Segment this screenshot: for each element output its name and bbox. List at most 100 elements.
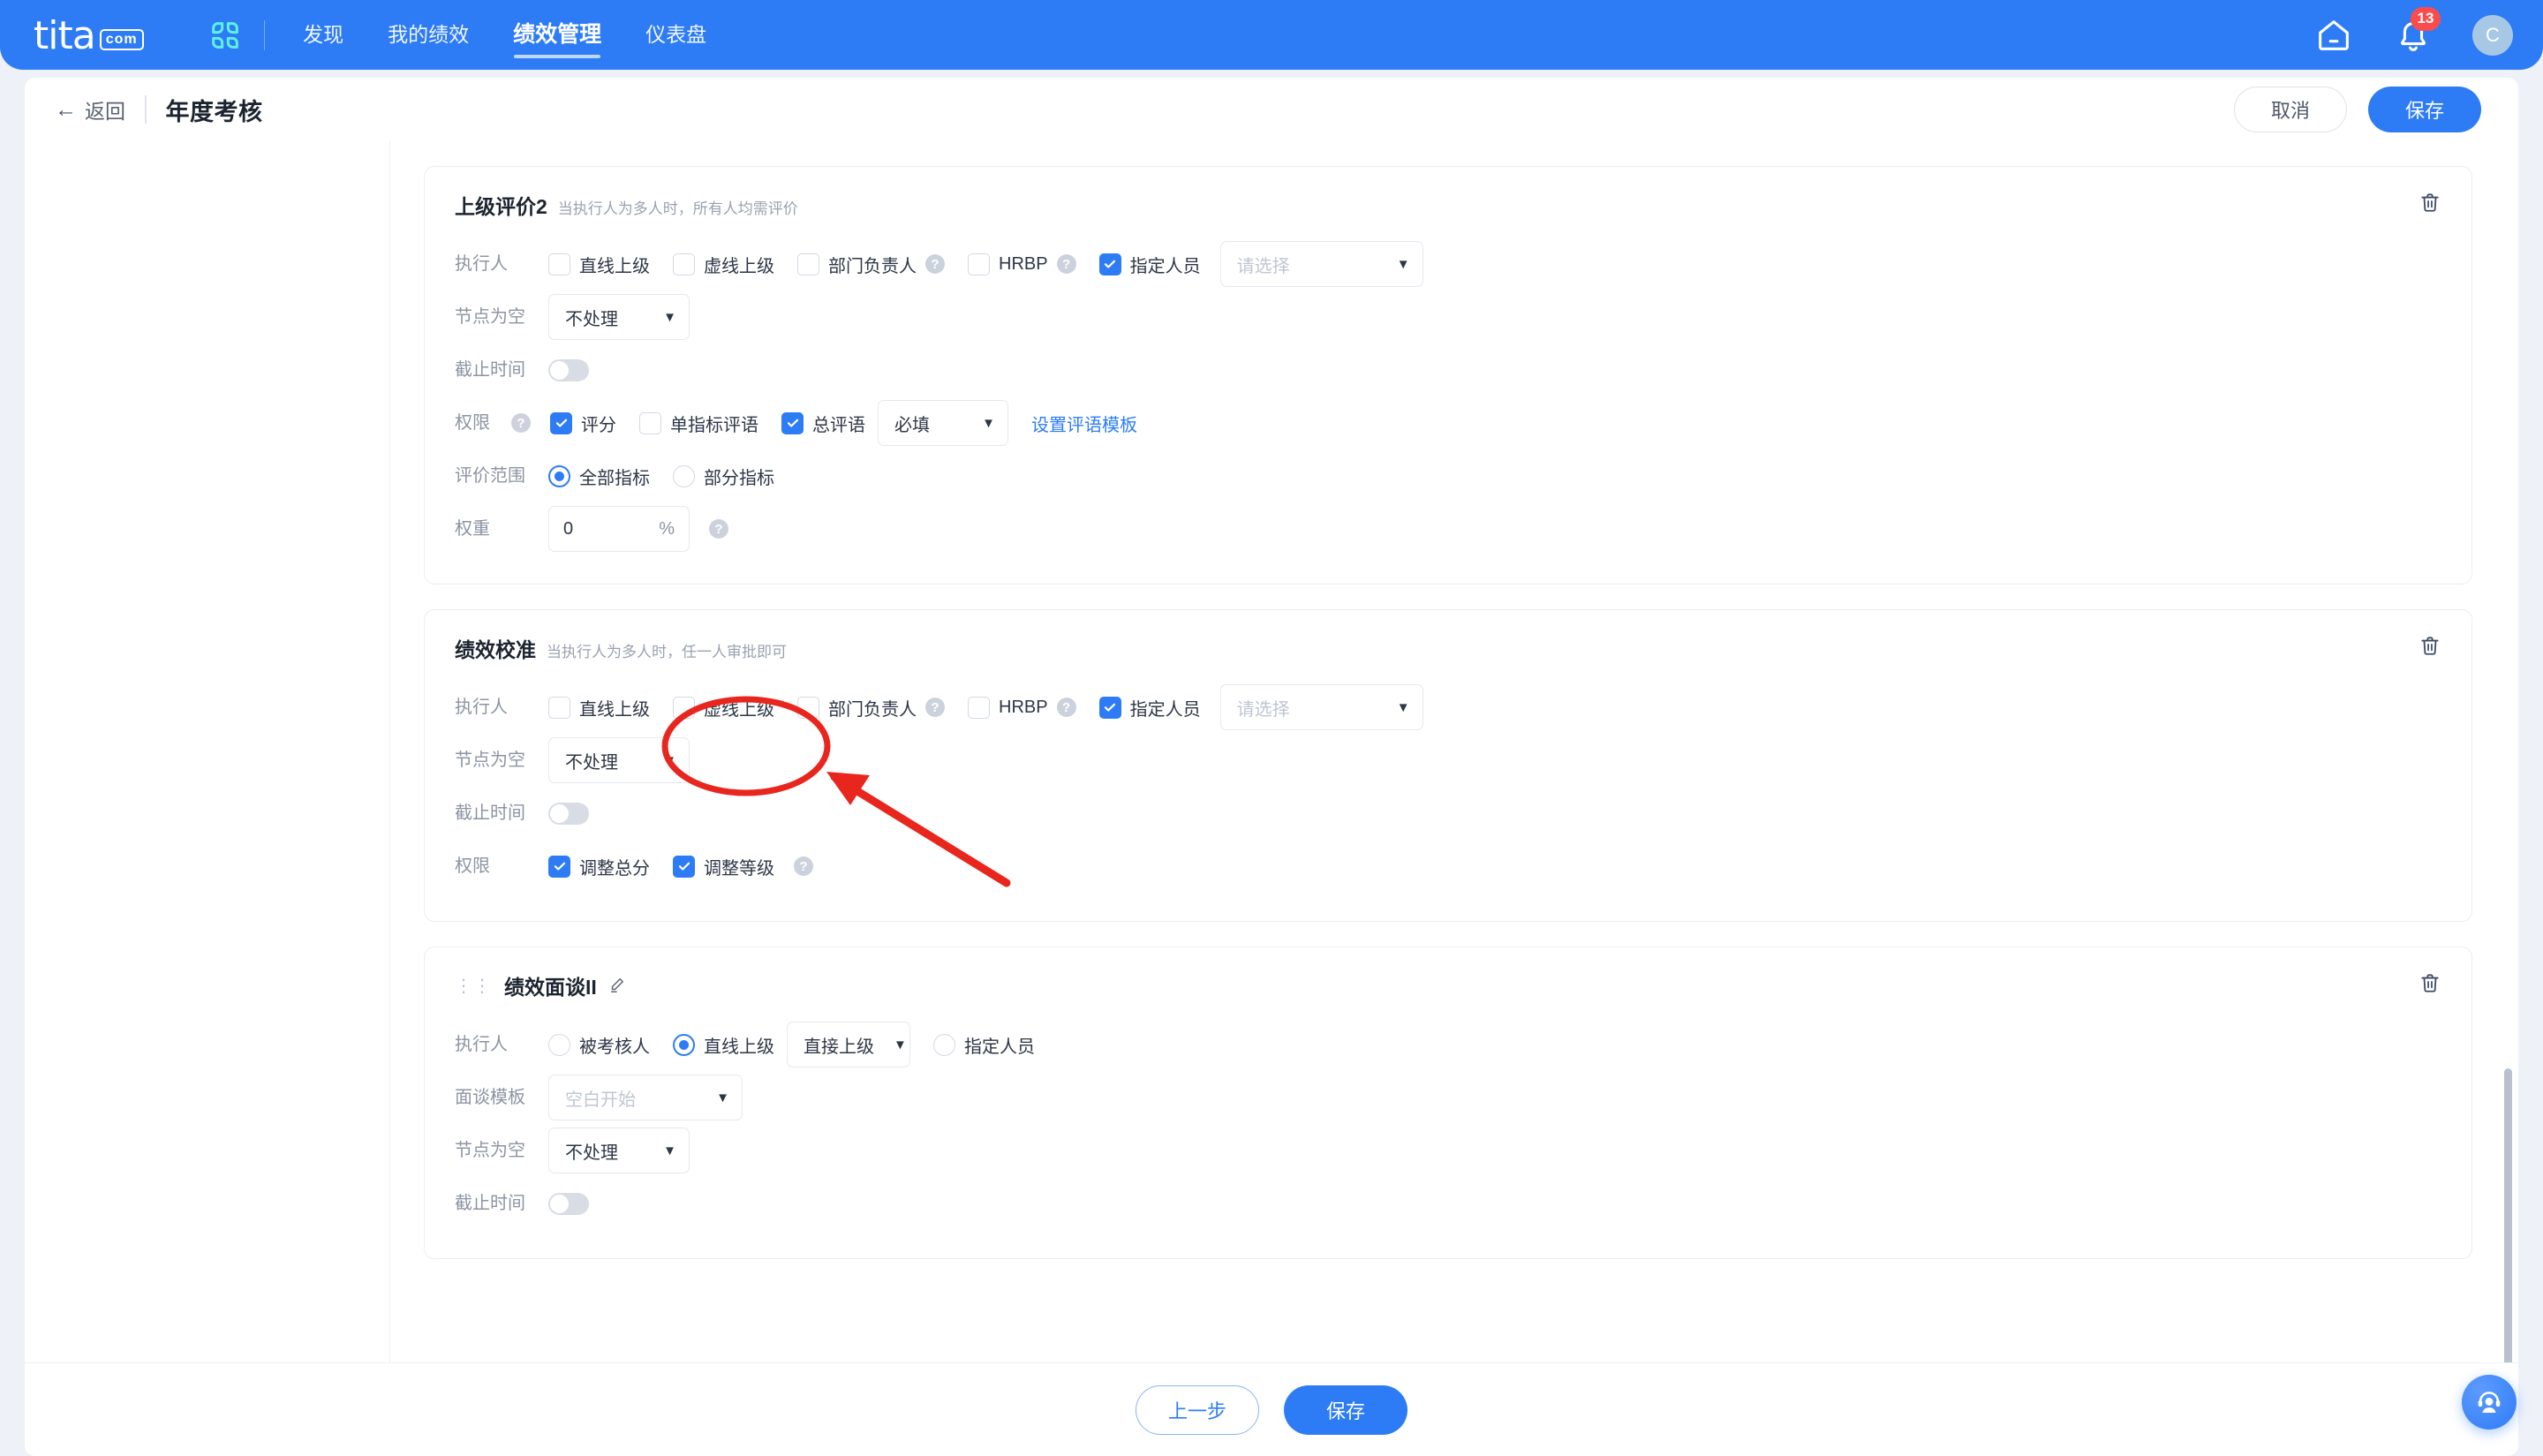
bell-icon[interactable]: 13	[2393, 6, 2441, 56]
help-icon[interactable]: ?	[925, 254, 945, 274]
checkbox-hrbp[interactable]: HRBP	[968, 253, 1048, 275]
checkbox-department-head[interactable]: 部门负责人	[797, 695, 917, 720]
checkbox-hrbp[interactable]: HRBP	[968, 696, 1048, 719]
save-button[interactable]: 保存	[2368, 87, 2481, 132]
checkbox-direct-superior[interactable]: 直线上级	[548, 252, 650, 277]
checkbox-box	[550, 411, 572, 434]
toggle-knob	[550, 360, 569, 380]
checkbox-scoring[interactable]: 评分	[550, 411, 616, 436]
page-body: 上级评价2 当执行人为多人时，所有人均需评价 执行人 直线上级 虚线上级 部门负…	[25, 141, 2518, 1362]
nav-divider	[263, 19, 266, 50]
help-icon[interactable]: ?	[1056, 698, 1076, 717]
checkbox-designated-person[interactable]: 指定人员	[1098, 695, 1201, 720]
notification-badge: 13	[2411, 6, 2441, 31]
evaluation-scope-row: 评价范围 全部指标 部分指标	[455, 451, 2441, 501]
radio-dot	[673, 464, 695, 487]
previous-step-button[interactable]: 上一步	[1136, 1384, 1259, 1435]
help-icon[interactable]: ?	[511, 413, 531, 433]
radio-assessed-person[interactable]: 被考核人	[548, 1032, 650, 1058]
designated-person-select[interactable]: 请选择 ▼	[1219, 241, 1423, 287]
checkbox-single-indicator-comment[interactable]: 单指标评语	[639, 411, 758, 436]
card-header: 上级评价2 当执行人为多人时，所有人均需评价	[455, 190, 2441, 220]
page-title: 年度考核	[165, 98, 263, 125]
flow-node-list: 上级评价2 当执行人为多人时，所有人均需评价 执行人 直线上级 虚线上级 部门负…	[390, 141, 2518, 1362]
deadline-toggle[interactable]	[548, 802, 589, 825]
radio-partial-indicators[interactable]: 部分指标	[673, 464, 774, 489]
empty-node-select[interactable]: 不处理 ▼	[548, 294, 690, 340]
permission-label: 权限	[455, 413, 490, 433]
empty-node-label: 节点为空	[455, 307, 525, 327]
delete-node-icon[interactable]	[2418, 970, 2441, 995]
card-title: 绩效校准	[455, 638, 536, 661]
drag-handle-icon[interactable]: ⋮⋮	[455, 977, 492, 995]
node-card-performance-calibration: 绩效校准 当执行人为多人时，任一人审批即可 执行人 直线上级 虚线上级 部门负责…	[424, 609, 2472, 922]
nav-item-my-performance[interactable]: 我的绩效	[366, 0, 491, 70]
weight-input[interactable]: 0 %	[548, 506, 690, 552]
app-grid-icon[interactable]	[208, 18, 243, 53]
nav-item-dashboard[interactable]: 仪表盘	[623, 0, 728, 70]
interview-template-select[interactable]: 空白开始 ▼	[548, 1075, 743, 1120]
vertical-scrollbar[interactable]	[2504, 1068, 2512, 1362]
chevron-down-icon: ▼	[982, 415, 995, 431]
checkbox-overall-comment[interactable]: 总评语	[781, 411, 865, 436]
checkbox-adjust-grade[interactable]: 调整等级	[673, 854, 774, 879]
checkbox-department-head[interactable]: 部门负责人	[797, 252, 917, 277]
help-icon[interactable]: ?	[794, 856, 813, 876]
designated-person-select[interactable]: 请选择 ▼	[1219, 684, 1423, 730]
help-icon[interactable]: ?	[925, 698, 945, 717]
checkbox-designated-person[interactable]: 指定人员	[1098, 252, 1201, 277]
chevron-down-icon: ▼	[663, 752, 676, 768]
empty-node-row: 节点为空 不处理 ▼	[455, 292, 2441, 342]
checkbox-label: 总评语	[812, 415, 865, 435]
save-button-bottom[interactable]: 保存	[1284, 1384, 1407, 1435]
cancel-button[interactable]: 取消	[2234, 87, 2347, 132]
executor-row: 执行人 被考核人 直线上级 直接上级 ▼ 指定人员	[455, 1020, 2441, 1069]
weight-label: 权重	[455, 519, 490, 539]
set-comment-template-link[interactable]: 设置评语模板	[1031, 411, 1137, 436]
back-label: 返回	[85, 100, 125, 123]
help-icon[interactable]: ?	[709, 519, 728, 539]
nav-item-discover[interactable]: 发现	[281, 0, 366, 70]
empty-node-select[interactable]: 不处理 ▼	[548, 1128, 690, 1173]
radio-label: 全部指标	[579, 468, 650, 488]
radio-direct-superior[interactable]: 直线上级	[673, 1032, 774, 1058]
deadline-toggle[interactable]	[548, 358, 589, 381]
nav-item-performance-management[interactable]: 绩效管理	[491, 0, 623, 70]
checkbox-label: 部门负责人	[828, 699, 917, 720]
pencil-icon[interactable]	[607, 975, 627, 999]
app-page: tita com 发现 我的绩效 绩效管理 仪表盘 13 C ← 返回 年度考核…	[0, 0, 2543, 1456]
chevron-down-icon: ▼	[1396, 256, 1410, 272]
deadline-toggle[interactable]	[548, 1192, 589, 1215]
tita-logo[interactable]: tita com	[34, 14, 144, 57]
comment-required-select[interactable]: 必填 ▼	[878, 400, 1008, 446]
deadline-label: 截止时间	[455, 803, 525, 823]
checkbox-box	[548, 253, 570, 275]
superior-level-select[interactable]: 直接上级 ▼	[787, 1022, 910, 1067]
evaluation-scope-label: 评价范围	[455, 466, 525, 486]
back-button[interactable]: ← 返回	[55, 94, 125, 124]
home-icon[interactable]	[2313, 15, 2354, 56]
radio-all-indicators[interactable]: 全部指标	[548, 464, 650, 489]
checkbox-dotted-superior[interactable]: 虚线上级	[673, 695, 774, 720]
help-icon[interactable]: ?	[1056, 254, 1076, 274]
delete-node-icon[interactable]	[2418, 633, 2441, 658]
checkbox-dotted-superior[interactable]: 虚线上级	[673, 252, 774, 277]
radio-designated-person[interactable]: 指定人员	[933, 1032, 1035, 1058]
checkbox-box	[968, 696, 990, 719]
delete-node-icon[interactable]	[2418, 190, 2441, 215]
select-value: 不处理	[565, 309, 618, 329]
card-description: 当执行人为多人时，任一人审批即可	[547, 644, 787, 660]
empty-node-select[interactable]: 不处理 ▼	[548, 737, 690, 783]
toggle-knob	[550, 1194, 569, 1213]
nav-right-actions: 13 C	[2275, 6, 2513, 56]
support-button[interactable]	[2462, 1375, 2517, 1430]
interview-template-label: 面谈模板	[455, 1088, 525, 1107]
checkbox-box	[781, 411, 804, 434]
avatar[interactable]: C	[2472, 14, 2513, 56]
checkbox-direct-superior[interactable]: 直线上级	[548, 695, 650, 720]
deadline-row: 截止时间	[455, 345, 2441, 395]
deadline-label: 截止时间	[455, 360, 525, 380]
permission-row: 权限 调整总分 调整等级 ?	[455, 841, 2441, 891]
checkbox-label: 指定人员	[1129, 256, 1201, 276]
checkbox-adjust-total-score[interactable]: 调整总分	[548, 854, 650, 879]
